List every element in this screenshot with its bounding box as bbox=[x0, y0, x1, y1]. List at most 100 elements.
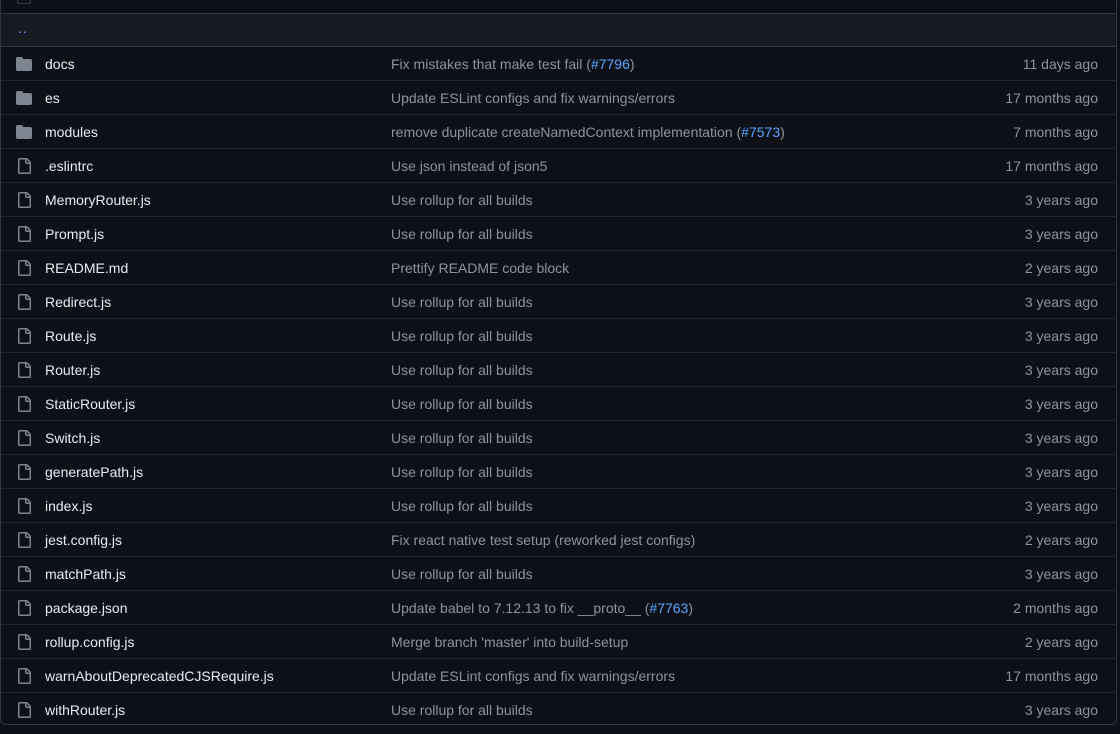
pull-request-link[interactable]: #7763 bbox=[649, 600, 688, 616]
file-name-link[interactable]: warnAboutDeprecatedCJSRequire.js bbox=[45, 668, 274, 684]
commit-message-text[interactable]: Use json instead of json5 bbox=[391, 158, 547, 174]
commit-message[interactable]: Use rollup for all builds bbox=[391, 396, 533, 412]
commit-message-text[interactable]: Fix mistakes that make test fail ( bbox=[391, 56, 591, 72]
commit-age: 3 years ago bbox=[1024, 293, 1098, 310]
file-icon bbox=[16, 532, 32, 548]
commit-message[interactable]: Prettify README code block bbox=[391, 260, 569, 276]
commit-message-text[interactable]: Use rollup for all builds bbox=[391, 566, 533, 582]
commit-message-text[interactable]: Update ESLint configs and fix warnings/e… bbox=[391, 668, 675, 684]
commit-message[interactable]: Update ESLint configs and fix warnings/e… bbox=[391, 90, 675, 106]
commit-age: 3 years ago bbox=[1024, 361, 1098, 378]
file-row[interactable]: MemoryRouter.js Use rollup for all build… bbox=[1, 183, 1116, 217]
file-row[interactable]: es Update ESLint configs and fix warning… bbox=[1, 81, 1116, 115]
commit-message[interactable]: Use rollup for all builds bbox=[391, 702, 533, 718]
commit-message-text[interactable]: Fix react native test setup (reworked je… bbox=[391, 532, 695, 548]
file-row[interactable]: Switch.js Use rollup for all builds 3 ye… bbox=[1, 421, 1116, 455]
pull-request-link[interactable]: #7573 bbox=[741, 124, 780, 140]
file-name-link[interactable]: index.js bbox=[45, 498, 92, 514]
commit-message-suffix: ) bbox=[629, 55, 635, 72]
commit-message[interactable]: Use rollup for all builds bbox=[391, 362, 533, 378]
file-name-link[interactable]: withRouter.js bbox=[45, 702, 125, 718]
commit-message[interactable]: Use rollup for all builds bbox=[391, 328, 533, 344]
file-row[interactable]: Prompt.js Use rollup for all builds 3 ye… bbox=[1, 217, 1116, 251]
commit-message-text[interactable]: Use rollup for all builds bbox=[391, 430, 533, 446]
file-name-link[interactable]: Redirect.js bbox=[45, 294, 111, 310]
file-name-link[interactable]: Router.js bbox=[45, 362, 100, 378]
commit-message-text[interactable]: Use rollup for all builds bbox=[391, 226, 533, 242]
commit-age: 11 days ago bbox=[1022, 55, 1098, 72]
file-name-link[interactable]: MemoryRouter.js bbox=[45, 192, 151, 208]
commit-message[interactable]: Use rollup for all builds bbox=[391, 192, 533, 208]
file-row[interactable]: Route.js Use rollup for all builds 3 yea… bbox=[1, 319, 1116, 353]
commit-age: 17 months ago bbox=[1005, 157, 1098, 174]
commit-message-text[interactable]: Use rollup for all builds bbox=[391, 192, 533, 208]
file-name-link[interactable]: jest.config.js bbox=[45, 532, 122, 548]
file-row[interactable]: README.md Prettify README code block 2 y… bbox=[1, 251, 1116, 285]
file-row[interactable]: generatePath.js Use rollup for all build… bbox=[1, 455, 1116, 489]
file-row[interactable]: package.json Update babel to 7.12.13 to … bbox=[1, 591, 1116, 625]
file-icon bbox=[16, 430, 32, 446]
commit-message-text[interactable]: Use rollup for all builds bbox=[391, 328, 533, 344]
commit-message-text[interactable]: Use rollup for all builds bbox=[391, 498, 533, 514]
file-name-link[interactable]: es bbox=[45, 90, 60, 106]
file-row[interactable]: withRouter.js Use rollup for all builds … bbox=[1, 693, 1116, 724]
file-name-link[interactable]: Switch.js bbox=[45, 430, 100, 446]
file-row[interactable]: Redirect.js Use rollup for all builds 3 … bbox=[1, 285, 1116, 319]
file-row[interactable]: Router.js Use rollup for all builds 3 ye… bbox=[1, 353, 1116, 387]
commit-message-text[interactable]: Use rollup for all builds bbox=[391, 396, 533, 412]
parent-directory-row[interactable]: .. bbox=[1, 14, 1116, 47]
file-row[interactable]: rollup.config.js Merge branch 'master' i… bbox=[1, 625, 1116, 659]
commit-message-text[interactable]: Use rollup for all builds bbox=[391, 362, 533, 378]
file-name-link[interactable]: rollup.config.js bbox=[45, 634, 135, 650]
file-icon bbox=[16, 294, 32, 310]
file-name-link[interactable]: .eslintrc bbox=[45, 158, 93, 174]
file-name-link[interactable]: docs bbox=[45, 56, 75, 72]
commit-message-text[interactable]: Update babel to 7.12.13 to fix __proto__… bbox=[391, 600, 649, 616]
file-row[interactable]: StaticRouter.js Use rollup for all build… bbox=[1, 387, 1116, 421]
file-name-link[interactable]: StaticRouter.js bbox=[45, 396, 135, 412]
commit-message-text[interactable]: Update ESLint configs and fix warnings/e… bbox=[391, 90, 675, 106]
commit-age: 2 years ago bbox=[1024, 633, 1098, 650]
file-row[interactable]: index.js Use rollup for all builds 3 yea… bbox=[1, 489, 1116, 523]
file-name-link[interactable]: Prompt.js bbox=[45, 226, 104, 242]
file-row[interactable]: warnAboutDeprecatedCJSRequire.js Update … bbox=[1, 659, 1116, 693]
commit-message-text[interactable]: Prettify README code block bbox=[391, 260, 569, 276]
commit-message[interactable]: Use rollup for all builds bbox=[391, 226, 533, 242]
commit-age: 7 months ago bbox=[1013, 123, 1098, 140]
commit-message[interactable]: Use json instead of json5 bbox=[391, 158, 547, 174]
file-icon bbox=[16, 600, 32, 616]
commit-message-text[interactable]: Merge branch 'master' into build-setup bbox=[391, 634, 628, 650]
commit-message[interactable]: Update ESLint configs and fix warnings/e… bbox=[391, 668, 675, 684]
commit-message[interactable]: Fix react native test setup (reworked je… bbox=[391, 532, 695, 548]
commit-message[interactable]: Use rollup for all builds bbox=[391, 498, 533, 514]
file-name-link[interactable]: generatePath.js bbox=[45, 464, 143, 480]
commit-message[interactable]: remove duplicate createNamedContext impl… bbox=[391, 124, 785, 140]
commit-message[interactable]: Merge branch 'master' into build-setup bbox=[391, 634, 628, 650]
file-icon bbox=[16, 396, 32, 412]
file-name-link[interactable]: Route.js bbox=[45, 328, 96, 344]
commit-message[interactable]: Fix mistakes that make test fail (#7796) bbox=[391, 56, 635, 72]
commit-message-text[interactable]: Use rollup for all builds bbox=[391, 294, 533, 310]
file-row[interactable]: modules remove duplicate createNamedCont… bbox=[1, 115, 1116, 149]
commit-message-text[interactable]: Use rollup for all builds bbox=[391, 702, 533, 718]
file-row[interactable]: .eslintrc Use json instead of json5 17 m… bbox=[1, 149, 1116, 183]
file-row[interactable]: docs Fix mistakes that make test fail (#… bbox=[1, 47, 1116, 81]
file-name-link[interactable]: README.md bbox=[45, 260, 128, 276]
commit-message-text[interactable]: Use rollup for all builds bbox=[391, 464, 533, 480]
file-name-link[interactable]: modules bbox=[45, 124, 98, 140]
file-row[interactable]: jest.config.js Fix react native test set… bbox=[1, 523, 1116, 557]
file-name-link[interactable]: matchPath.js bbox=[45, 566, 126, 582]
commit-message-text[interactable]: remove duplicate createNamedContext impl… bbox=[391, 124, 741, 140]
commit-message[interactable]: Use rollup for all builds bbox=[391, 294, 533, 310]
commit-message[interactable]: Update babel to 7.12.13 to fix __proto__… bbox=[391, 600, 693, 616]
file-name-link[interactable]: package.json bbox=[45, 600, 128, 616]
parent-directory-link[interactable]: .. bbox=[18, 20, 28, 36]
commit-age: 17 months ago bbox=[1005, 667, 1098, 684]
file-icon bbox=[16, 634, 32, 650]
file-row[interactable]: matchPath.js Use rollup for all builds 3… bbox=[1, 557, 1116, 591]
pull-request-link[interactable]: #7796 bbox=[591, 56, 630, 72]
commit-message[interactable]: Use rollup for all builds bbox=[391, 464, 533, 480]
commit-message[interactable]: Use rollup for all builds bbox=[391, 566, 533, 582]
commit-message[interactable]: Use rollup for all builds bbox=[391, 430, 533, 446]
commit-message-suffix: ) bbox=[780, 123, 785, 140]
